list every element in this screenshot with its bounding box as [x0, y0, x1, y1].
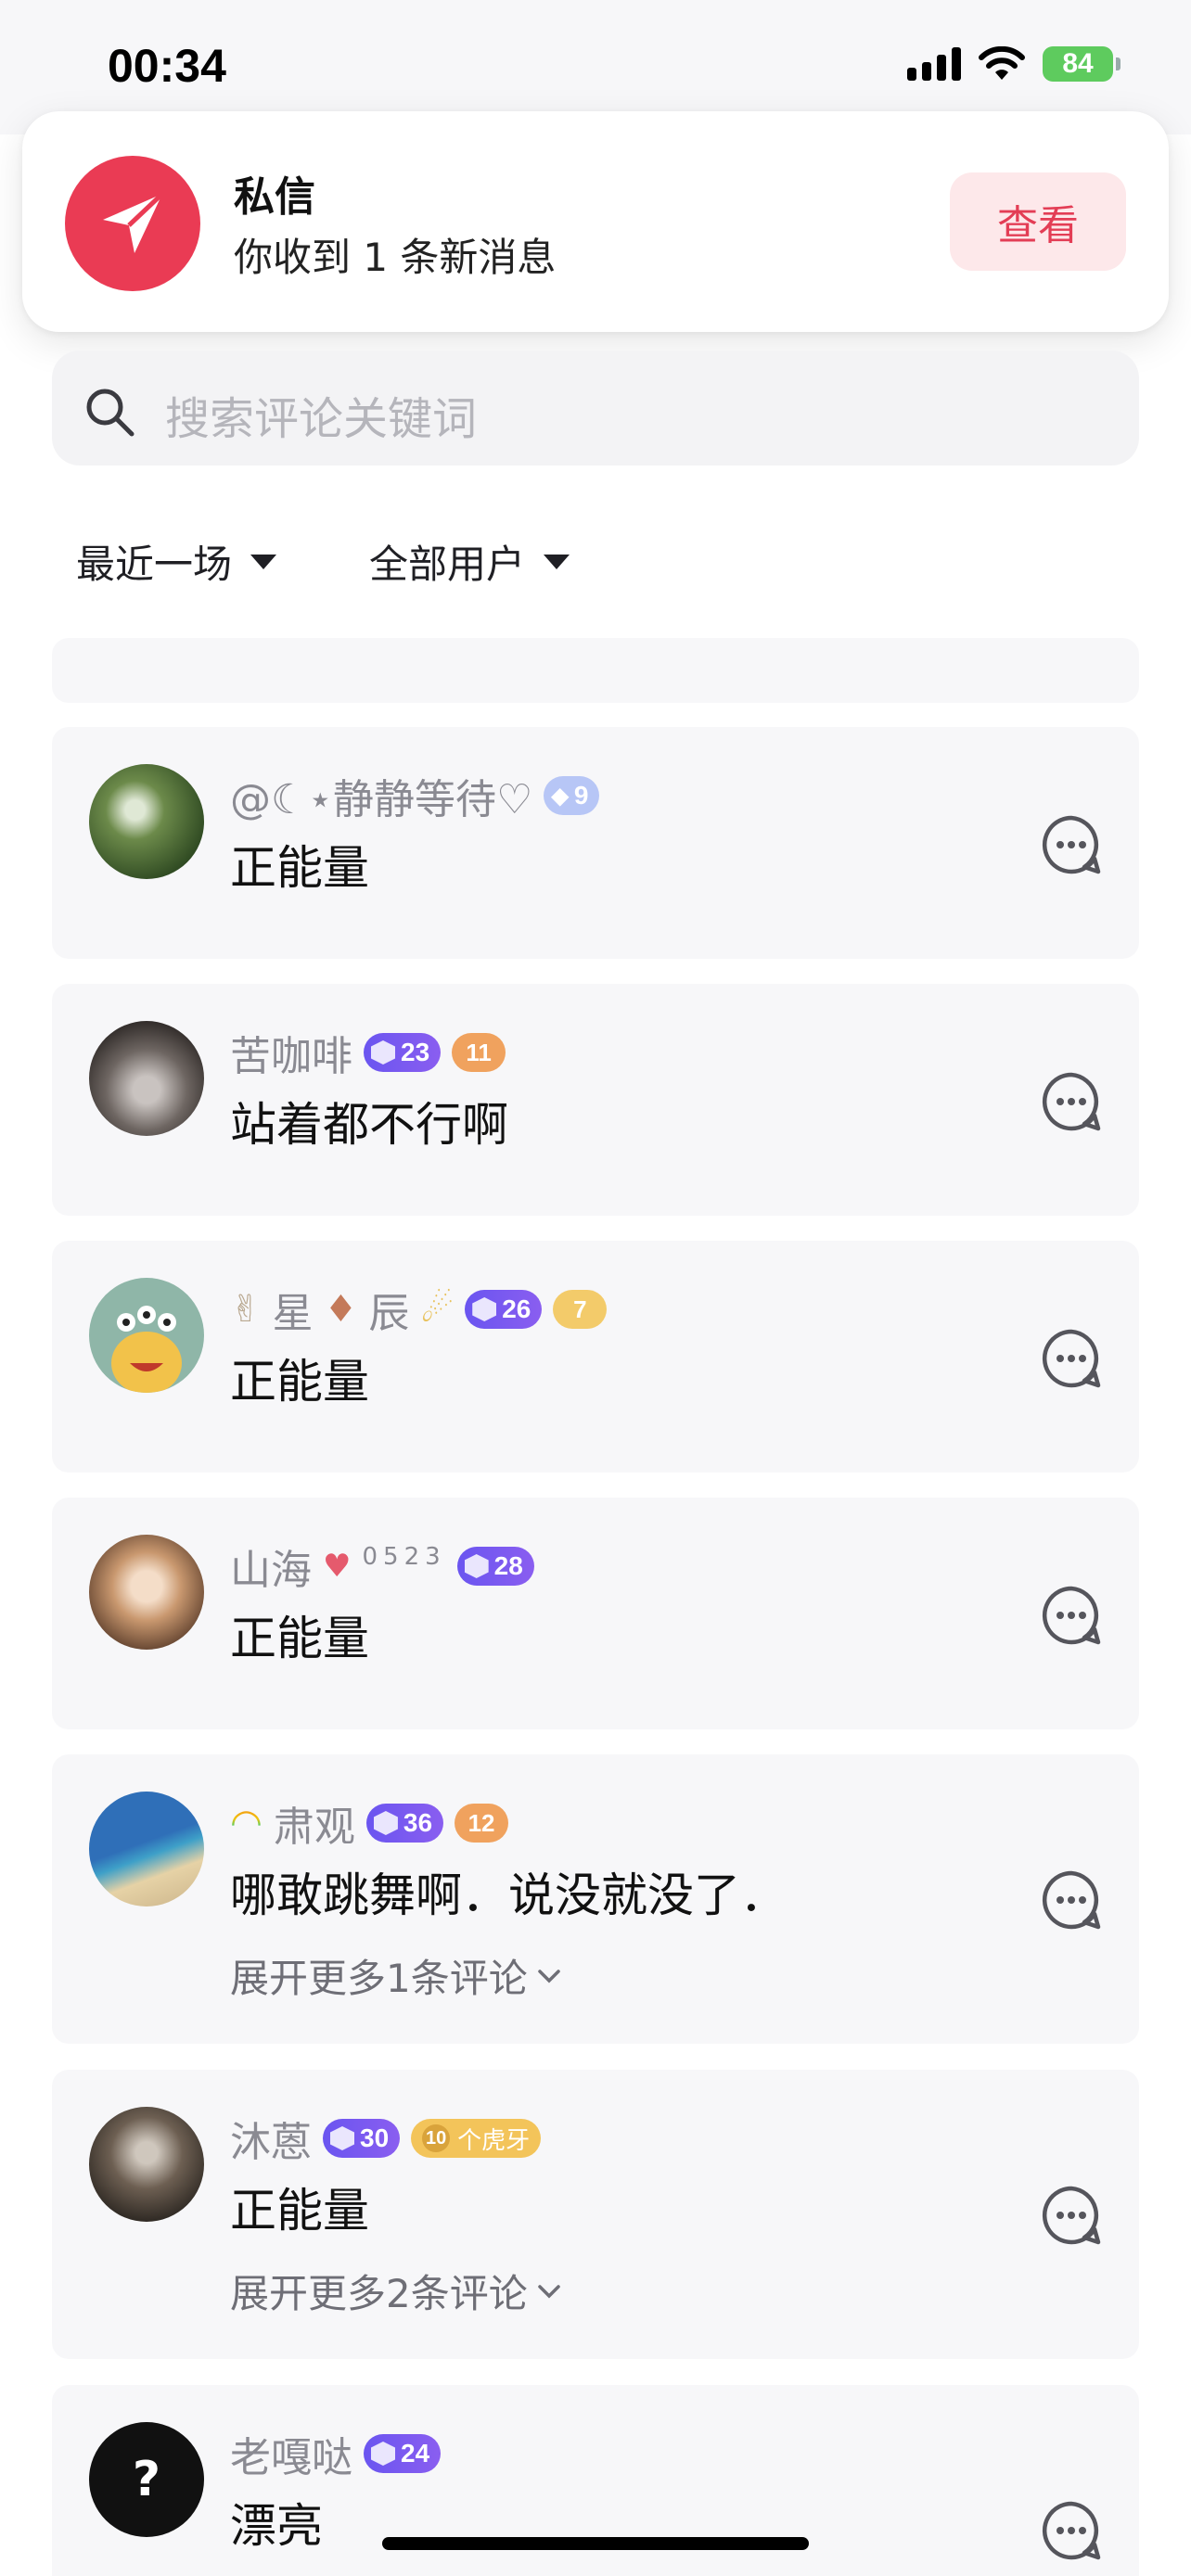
filter-label: 全部用户 [369, 542, 526, 587]
avatar[interactable] [89, 1792, 204, 1906]
search-bar[interactable]: 搜索评论关键词 [52, 351, 1139, 465]
avatar[interactable] [89, 1535, 204, 1650]
rainbow-emoji: ◠ [230, 1802, 263, 1844]
paper-plane-icon [65, 156, 200, 291]
chevron-down-icon [537, 2284, 560, 2298]
comment-text: 正能量 [230, 1612, 369, 1665]
chat-bubble-icon[interactable] [1041, 814, 1102, 875]
comment-card[interactable]: ✌ 星 ♦ 辰 ☄ 26 7 正能量 [52, 1241, 1139, 1473]
monster-illustration [111, 1306, 182, 1393]
username-row: @☾⋆静静等待♡ ◆ 9 [230, 766, 600, 825]
username[interactable]: 沐蒽 [230, 2109, 312, 2168]
username-row: 沐蒽 30 10 个虎牙 [230, 2109, 542, 2168]
username-row: ◠ 肃观 36 12 [230, 1793, 509, 1853]
level-badge: 24 [364, 2434, 442, 2473]
diamond-icon: ◆ [551, 783, 569, 809]
comment-card[interactable]: 沐蒽 30 10 个虎牙 正能量 展开更多2条评论 [52, 2070, 1139, 2359]
username-part[interactable]: 辰 [368, 1280, 409, 1339]
level-badge: 23 [364, 1033, 442, 1072]
comet-emoji: ☄ [420, 1288, 455, 1331]
caret-down-icon [250, 554, 277, 569]
avatar[interactable] [89, 2107, 204, 2222]
caret-down-icon [544, 554, 570, 569]
list-item [52, 638, 1139, 703]
chat-bubble-icon[interactable] [1041, 1585, 1102, 1646]
username-part[interactable]: 星 [273, 1280, 314, 1339]
username-row: 老嘎哒 24 [230, 2424, 442, 2483]
username[interactable]: 山海 [230, 1537, 312, 1596]
hexagon-icon [464, 1554, 489, 1578]
username[interactable]: @☾⋆静静等待♡ [230, 766, 532, 825]
heart-letter-emoji: ♥ [323, 1548, 352, 1585]
username[interactable]: 老嘎哒 [230, 2424, 352, 2483]
hexagon-icon [371, 2442, 395, 2466]
comment-text: 站着都不行啊 [230, 1098, 508, 1152]
comment-card[interactable]: @☾⋆静静等待♡ ◆ 9 正能量 [52, 727, 1139, 959]
comment-card[interactable]: ◠ 肃观 36 12 哪敢跳舞啊．说没就没了． 展开更多1条评论 [52, 1754, 1139, 2044]
filter-recent-session[interactable]: 最近一场 [76, 533, 277, 590]
hexagon-icon [373, 1811, 398, 1835]
avatar[interactable] [89, 1021, 204, 1136]
level-badge: 36 [365, 1804, 444, 1843]
fan-badge: 11 [452, 1033, 506, 1072]
comment-text: 正能量 [230, 841, 369, 895]
notification-body: 你收到 1 条新消息 [234, 235, 557, 280]
chat-bubble-icon[interactable] [1041, 1869, 1102, 1931]
level-badge: 30 [323, 2119, 401, 2158]
comment-card[interactable]: 苦咖啡 23 11 站着都不行啊 [52, 984, 1139, 1216]
search-icon [86, 389, 134, 437]
chevron-down-icon [537, 1969, 560, 1983]
level-badge: ◆ 9 [544, 776, 600, 815]
hexagon-icon [472, 1297, 497, 1321]
view-button[interactable]: 查看 [950, 172, 1126, 271]
hand-emoji: ✌ [230, 1288, 262, 1331]
level-badge: 28 [456, 1547, 534, 1586]
comment-card[interactable]: 山海 ♥ 0523 28 正能量 [52, 1498, 1139, 1729]
hexagon-icon [371, 1040, 395, 1065]
comment-text: 正能量 [230, 1355, 369, 1409]
chat-bubble-icon[interactable] [1041, 2185, 1102, 2246]
fan-badge: 12 [455, 1804, 509, 1843]
question-mark-icon: ? [132, 2452, 161, 2507]
chat-bubble-icon[interactable] [1041, 1071, 1102, 1132]
expand-replies-button[interactable]: 展开更多1条评论 [230, 1947, 561, 2004]
fan-badge: 10 个虎牙 [411, 2119, 542, 2158]
filter-all-users[interactable]: 全部用户 [369, 533, 570, 590]
signal-icon [907, 47, 961, 81]
filter-label: 最近一场 [76, 542, 233, 587]
avatar[interactable] [89, 1278, 204, 1393]
chat-bubble-icon[interactable] [1041, 1328, 1102, 1389]
username-row: 山海 ♥ 0523 28 [230, 1537, 534, 1596]
expand-replies-button[interactable]: 展开更多2条评论 [230, 2263, 561, 2319]
notification-banner[interactable]: 私信 你收到 1 条新消息 查看 [22, 111, 1169, 332]
comment-text: 哪敢跳舞啊．说没就没了． [230, 1868, 787, 1922]
battery-icon: 84 [1043, 46, 1121, 82]
username-suffix: 0523 [362, 1543, 446, 1571]
notification-title: 私信 [234, 173, 315, 221]
username-row: ✌ 星 ♦ 辰 ☄ 26 7 [230, 1280, 608, 1339]
avatar[interactable] [89, 764, 204, 879]
status-time: 00:34 [108, 40, 226, 92]
mask-emoji: ♦ [324, 1288, 358, 1331]
hexagon-icon [330, 2126, 354, 2150]
username[interactable]: 肃观 [274, 1793, 355, 1853]
status-icons: 84 [907, 46, 1121, 82]
comment-text: 漂亮 [230, 2499, 323, 2553]
home-indicator[interactable] [382, 2537, 809, 2550]
wifi-icon [979, 46, 1025, 80]
search-input[interactable]: 搜索评论关键词 [165, 382, 477, 447]
level-badge: 26 [465, 1290, 543, 1329]
chat-bubble-icon[interactable] [1041, 2500, 1102, 2561]
username-row: 苦咖啡 23 11 [230, 1023, 506, 1082]
username[interactable]: 苦咖啡 [230, 1023, 352, 1082]
comment-text: 正能量 [230, 2184, 369, 2238]
avatar[interactable]: ? [89, 2422, 204, 2537]
fan-badge: 7 [553, 1290, 608, 1329]
